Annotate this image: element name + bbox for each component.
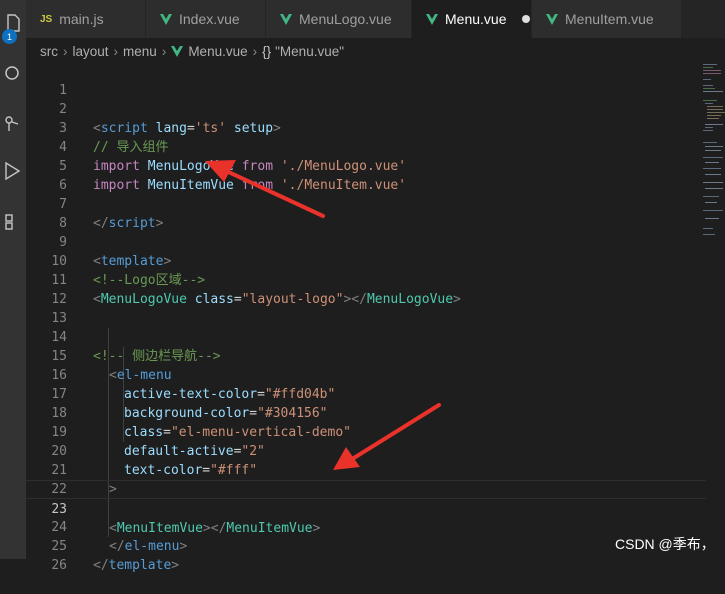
chevron-right-icon: ›: [252, 43, 258, 59]
code-line: 3 // 导入组件: [26, 100, 706, 155]
code-line: 12: [26, 271, 706, 307]
search-icon[interactable]: [0, 60, 26, 86]
breadcrumb-item[interactable]: src: [40, 44, 58, 59]
code-line: 13: [26, 290, 706, 326]
code-line: 16 active-text-color="#ffd04b": [26, 347, 706, 402]
tab-label: Menu.vue: [445, 11, 507, 27]
code-line: 22: [26, 461, 706, 497]
token: >: [171, 558, 180, 573]
token: template: [108, 558, 172, 573]
symbol-braces-icon: {}: [262, 43, 272, 59]
breadcrumb: src › layout › menu › Menu.vue › {} "Men…: [40, 41, 344, 61]
breadcrumb-item[interactable]: layout: [73, 44, 109, 59]
minimap[interactable]: [703, 62, 725, 242]
code-line: 5 import MenuItemVue from './MenuItem.vu…: [26, 138, 706, 193]
code-line-current: 23 <MenuItemVue></MenuItemVue>: [26, 480, 706, 536]
watermark: CSDN @季布，: [615, 536, 715, 552]
vue-file-icon: [160, 13, 172, 25]
chevron-right-icon: ›: [161, 43, 167, 59]
explorer-badge: 1: [2, 29, 17, 44]
code-line: 24 </el-menu>: [26, 499, 706, 554]
code-line: 20 text-color="#fff": [26, 423, 706, 478]
tab-index-vue[interactable]: Index.vue: [146, 0, 266, 38]
tab-main-js[interactable]: JS main.js: [26, 0, 146, 38]
code-line: 19 default-active="2": [26, 404, 706, 459]
code-line: 11 <MenuLogoVue class="layout-logo"></Me…: [26, 252, 706, 307]
code-line: 26: [26, 537, 706, 573]
code-line: 17 background-color="#304156": [26, 366, 706, 421]
extensions-icon[interactable]: [0, 208, 26, 234]
code-line: 15 <el-menu: [26, 328, 706, 383]
activity-bar: 1: [0, 0, 26, 559]
tab-menulogo-vue[interactable]: MenuLogo.vue: [266, 0, 412, 38]
tab-menu-vue[interactable]: Menu.vue: [412, 0, 532, 38]
code-line: 4 import MenuLogoVue from './MenuLogo.vu…: [26, 119, 706, 174]
code-line: 9 <template>: [26, 214, 706, 269]
code-line: 8: [26, 195, 706, 231]
editor-tab-bar: JS main.js Index.vue MenuLogo.vue Menu.v…: [26, 0, 725, 38]
code-line: 18 class="el-menu-vertical-demo": [26, 385, 706, 440]
vue-file-icon: [546, 13, 558, 25]
code-editor[interactable]: 1 2 <script lang='ts' setup> 3 // 导入组件 4…: [26, 62, 725, 573]
code-line: 14 <!-- 侧边栏导航-->: [26, 309, 706, 364]
code-line: 25 </template>: [26, 518, 706, 573]
vue-file-icon: [426, 13, 438, 25]
token: </: [93, 558, 109, 573]
code-line: 6: [26, 157, 706, 193]
breadcrumb-item[interactable]: menu: [123, 44, 157, 59]
code-line: 7 </script>: [26, 176, 706, 231]
source-control-icon[interactable]: [0, 110, 26, 136]
js-file-icon: JS: [40, 13, 53, 25]
unsaved-dot-icon[interactable]: [522, 15, 531, 23]
vue-file-icon: [171, 45, 184, 57]
code-line: 2 <script lang='ts' setup>: [26, 81, 706, 136]
tab-menuitem-vue[interactable]: MenuItem.vue: [532, 0, 682, 38]
run-debug-icon[interactable]: [0, 158, 26, 184]
code-line: 21 >: [26, 442, 706, 497]
tab-label: Index.vue: [179, 11, 240, 27]
chevron-right-icon: ›: [113, 43, 119, 59]
code-line: 10 <!--Logo区域-->: [26, 233, 706, 288]
chevron-right-icon: ›: [63, 43, 68, 59]
vue-file-icon: [280, 13, 292, 25]
breadcrumb-file[interactable]: Menu.vue: [188, 44, 247, 59]
tab-label: main.js: [59, 11, 104, 27]
code-line: 1: [26, 62, 706, 98]
breadcrumb-symbol[interactable]: "Menu.vue": [275, 44, 344, 59]
tab-label: MenuItem.vue: [565, 11, 654, 27]
tab-label: MenuLogo.vue: [299, 11, 392, 27]
